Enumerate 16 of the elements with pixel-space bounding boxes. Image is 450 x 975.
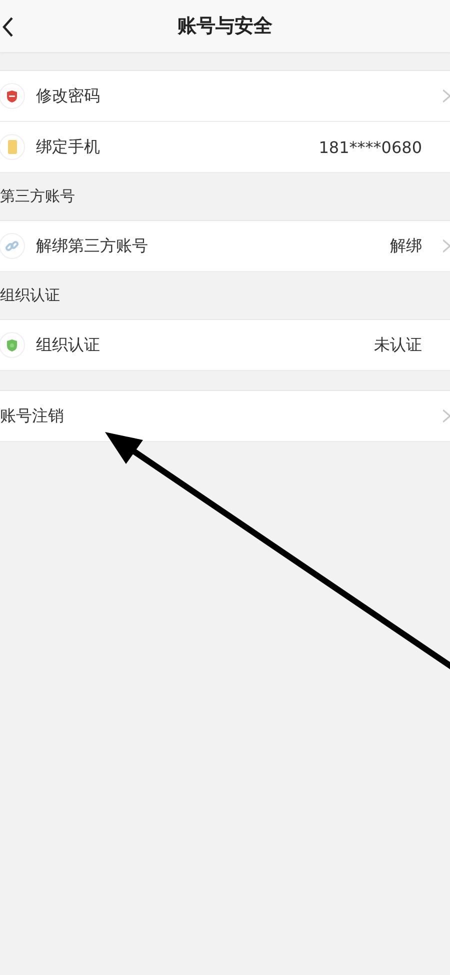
row-label[interactable]: 组织认证 bbox=[36, 334, 374, 356]
shield-icon bbox=[6, 90, 18, 102]
settings-row[interactable]: 绑定手机 181****0680 bbox=[0, 122, 450, 173]
section-title: 组织认证 bbox=[0, 286, 60, 305]
settings-row[interactable]: 组织认证 未认证 bbox=[0, 320, 450, 371]
row-value: 未认证 bbox=[374, 334, 422, 356]
page-title: 账号与安全 bbox=[178, 14, 272, 39]
phone-icon bbox=[8, 140, 16, 154]
row-label[interactable]: 绑定手机 bbox=[36, 136, 319, 158]
section-title: 第三方账号 bbox=[0, 187, 75, 206]
shield-icon bbox=[6, 338, 18, 352]
link-icon bbox=[5, 239, 19, 253]
back-icon[interactable] bbox=[2, 17, 14, 37]
row-value: 181****0680 bbox=[318, 138, 422, 156]
row-value: 解绑 bbox=[390, 236, 422, 256]
row-label[interactable]: 解绑第三方账号 bbox=[36, 236, 390, 256]
